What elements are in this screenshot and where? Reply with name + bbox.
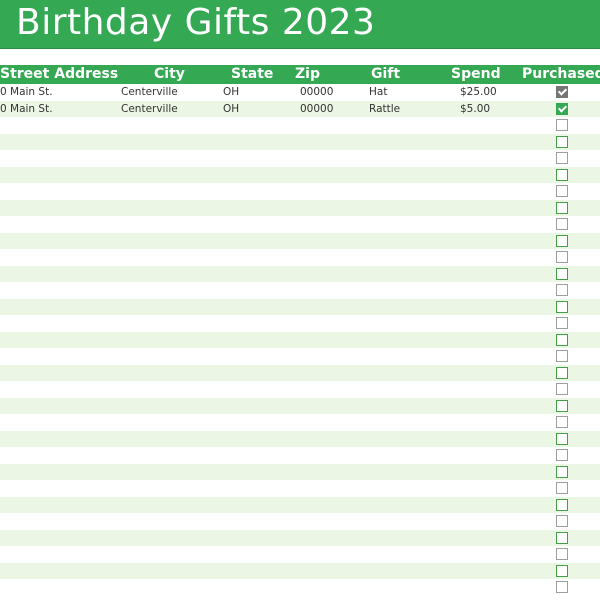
purchased-checkbox[interactable] <box>556 465 568 478</box>
table-row[interactable]: 0 Main St. Centerville OH 00000 Rattle $5.00 <box>0 100 600 118</box>
column-header-spend[interactable]: Spend <box>451 65 501 84</box>
table-row[interactable] <box>0 232 600 249</box>
table-row[interactable]: 0 Main St. Centerville OH 00000 Hat $25.00 <box>0 84 600 101</box>
purchased-checkbox[interactable] <box>556 482 568 494</box>
purchased-checkbox[interactable] <box>556 449 568 461</box>
purchased-checkbox[interactable] <box>556 432 568 445</box>
table-row[interactable] <box>0 546 600 563</box>
purchased-checkbox[interactable] <box>556 300 568 313</box>
cell-street[interactable]: 0 Main St. <box>0 84 53 101</box>
purchased-checkbox[interactable] <box>556 416 568 428</box>
purchased-checkbox[interactable] <box>556 498 568 511</box>
table-header: Street Address City State Zip Gift Spend… <box>0 65 600 84</box>
column-header-street[interactable]: Street Address <box>0 65 118 84</box>
table-row[interactable] <box>0 562 600 579</box>
cell-city[interactable]: Centerville <box>121 101 178 118</box>
table-row[interactable] <box>0 199 600 216</box>
table-row[interactable] <box>0 133 600 150</box>
purchased-checkbox[interactable] <box>556 251 568 263</box>
table-row[interactable] <box>0 480 600 497</box>
cell-gift[interactable]: Hat <box>369 84 387 101</box>
purchased-checkbox[interactable] <box>556 135 568 148</box>
table-row[interactable] <box>0 315 600 332</box>
table-row[interactable] <box>0 348 600 365</box>
table-row[interactable] <box>0 249 600 266</box>
purchased-checkbox[interactable] <box>556 350 568 362</box>
column-header-purchased[interactable]: Purchased <box>522 65 600 84</box>
table-row[interactable] <box>0 166 600 183</box>
purchased-checkbox[interactable] <box>556 564 568 577</box>
purchased-checkbox[interactable] <box>556 515 568 527</box>
cell-zip[interactable]: 00000 <box>300 84 333 101</box>
column-header-state[interactable]: State <box>231 65 273 84</box>
table-row[interactable] <box>0 397 600 414</box>
checkmark-icon <box>557 102 567 113</box>
spacer <box>0 49 600 65</box>
cell-street[interactable]: 0 Main St. <box>0 101 53 118</box>
purchased-checkbox[interactable] <box>556 267 568 280</box>
table-row[interactable] <box>0 364 600 381</box>
purchased-checkbox[interactable] <box>556 119 568 131</box>
table-row[interactable] <box>0 282 600 299</box>
table-row[interactable] <box>0 265 600 282</box>
table-row[interactable] <box>0 430 600 447</box>
table-row[interactable] <box>0 381 600 398</box>
page-title: Birthday Gifts 2023 <box>16 2 376 43</box>
cell-city[interactable]: Centerville <box>121 84 178 101</box>
purchased-checkbox[interactable] <box>556 284 568 296</box>
table-body: 0 Main St. Centerville OH 00000 Hat $25.00 0 M… <box>0 84 600 596</box>
purchased-checkbox[interactable] <box>556 234 568 247</box>
purchased-checkbox[interactable] <box>556 399 568 412</box>
table-row[interactable] <box>0 513 600 530</box>
table-row[interactable] <box>0 331 600 348</box>
table-row[interactable] <box>0 496 600 513</box>
title-banner: Birthday Gifts 2023 <box>0 0 600 49</box>
column-header-zip[interactable]: Zip <box>295 65 320 84</box>
table-row[interactable] <box>0 529 600 546</box>
column-header-city[interactable]: City <box>154 65 185 84</box>
table-row[interactable] <box>0 117 600 134</box>
table-row[interactable] <box>0 463 600 480</box>
cell-zip[interactable]: 00000 <box>300 101 333 118</box>
table-row[interactable] <box>0 183 600 200</box>
cell-spend[interactable]: $25.00 <box>460 84 497 101</box>
purchased-checkbox[interactable] <box>556 102 568 115</box>
table-row[interactable] <box>0 298 600 315</box>
purchased-checkbox[interactable] <box>556 548 568 560</box>
purchased-checkbox[interactable] <box>556 531 568 544</box>
table-row[interactable] <box>0 447 600 464</box>
table-row[interactable] <box>0 579 600 596</box>
purchased-checkbox[interactable] <box>556 86 568 98</box>
purchased-checkbox[interactable] <box>556 366 568 379</box>
purchased-checkbox[interactable] <box>556 317 568 329</box>
purchased-checkbox[interactable] <box>556 185 568 197</box>
cell-state[interactable]: OH <box>223 84 239 101</box>
purchased-checkbox[interactable] <box>556 201 568 214</box>
table-row[interactable] <box>0 216 600 233</box>
table-row[interactable] <box>0 414 600 431</box>
purchased-checkbox[interactable] <box>556 168 568 181</box>
column-header-gift[interactable]: Gift <box>371 65 400 84</box>
table-row[interactable] <box>0 150 600 167</box>
purchased-checkbox[interactable] <box>556 383 568 395</box>
cell-state[interactable]: OH <box>223 101 239 118</box>
purchased-checkbox[interactable] <box>556 333 568 346</box>
cell-gift[interactable]: Rattle <box>369 101 400 118</box>
purchased-checkbox[interactable] <box>556 218 568 230</box>
checkmark-icon <box>557 86 567 96</box>
purchased-checkbox[interactable] <box>556 152 568 164</box>
purchased-checkbox[interactable] <box>556 581 568 593</box>
cell-spend[interactable]: $5.00 <box>460 101 490 118</box>
